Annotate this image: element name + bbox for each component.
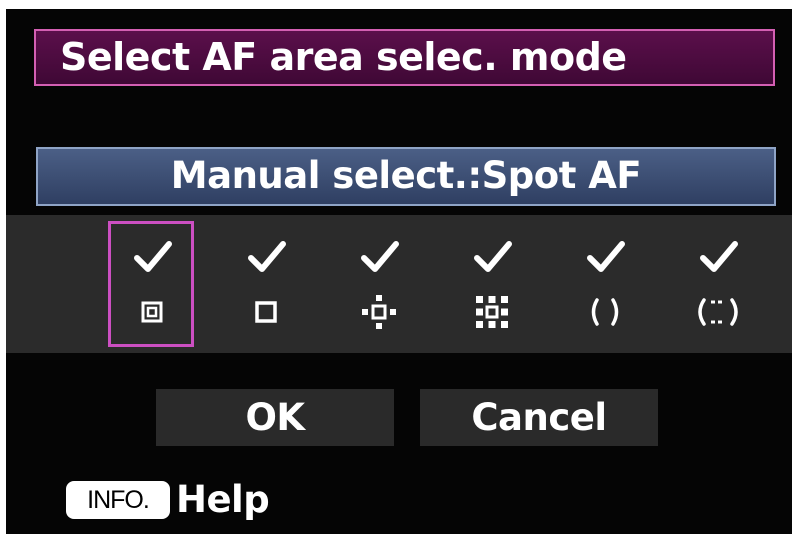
zone-af-icon <box>591 298 619 326</box>
checkmark-icon[interactable] <box>133 240 173 274</box>
cancel-button[interactable]: Cancel <box>420 389 658 446</box>
af-options-row <box>6 215 792 353</box>
af-point-expansion-surround-icon <box>476 296 508 328</box>
ok-button[interactable]: OK <box>156 389 394 446</box>
help-label: Help <box>176 478 270 521</box>
spot-af-icon <box>141 301 163 323</box>
af-option-single-point[interactable] <box>222 221 308 347</box>
af-option-zone[interactable] <box>561 221 647 347</box>
af-mode-name: Manual select.:Spot AF <box>36 147 776 206</box>
info-button-icon[interactable]: INFO. <box>66 481 170 519</box>
checkmark-icon[interactable] <box>586 240 626 274</box>
af-option-expansion[interactable] <box>335 221 421 347</box>
checkmark-icon[interactable] <box>699 240 739 274</box>
camera-menu-screen: Select AF area selec. mode Manual select… <box>6 9 792 534</box>
af-option-expansion-surround[interactable] <box>448 221 534 347</box>
af-option-spot[interactable] <box>108 221 194 347</box>
checkmark-icon[interactable] <box>360 240 400 274</box>
af-option-auto[interactable] <box>674 221 760 347</box>
af-point-expansion-icon <box>362 295 396 329</box>
auto-af-selection-icon <box>698 298 738 326</box>
single-point-af-icon <box>255 301 277 323</box>
menu-title: Select AF area selec. mode <box>34 29 775 86</box>
checkmark-icon[interactable] <box>247 240 287 274</box>
checkmark-icon[interactable] <box>473 240 513 274</box>
